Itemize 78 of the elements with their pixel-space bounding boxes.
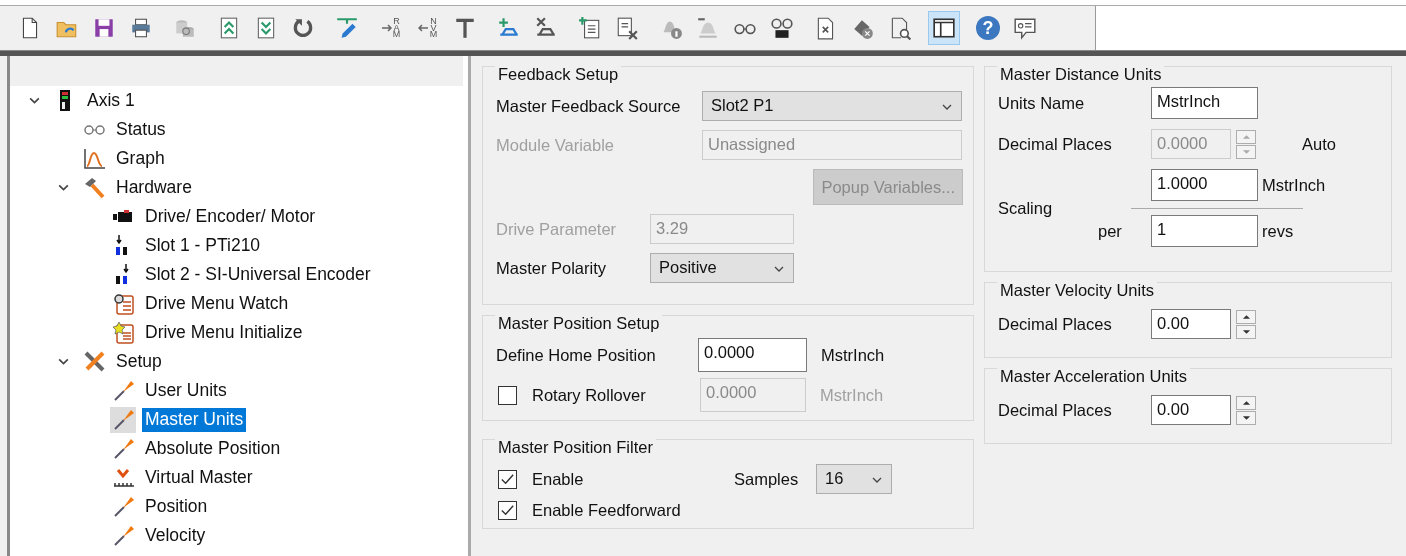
- speech-bubble-icon: [1013, 16, 1037, 40]
- spin-up-button[interactable]: [1236, 395, 1256, 410]
- tools-icon: [82, 350, 106, 373]
- field-label: Samples: [734, 469, 800, 489]
- input-field[interactable]: 0.00: [1151, 309, 1231, 339]
- tree-item[interactable]: User Units: [142, 378, 230, 403]
- ruler-icon: [111, 466, 135, 489]
- dropdown[interactable]: Positive: [650, 253, 794, 283]
- down-arrow-icon: [1241, 148, 1251, 155]
- tree-item[interactable]: Hardware: [113, 175, 195, 200]
- layout-icon: [932, 16, 956, 40]
- field-label: Master Feedback Source: [496, 96, 682, 116]
- dropdown[interactable]: Slot2 P1: [702, 91, 962, 121]
- glasses-icon: [770, 16, 794, 40]
- checkbox[interactable]: [498, 469, 517, 489]
- tree-item[interactable]: Axis 1: [84, 88, 138, 113]
- list-cross-icon: [615, 16, 639, 40]
- checkbox-label: Rotary Rollover: [532, 385, 647, 405]
- list-magnifier-icon: [111, 292, 135, 315]
- tree-item[interactable]: Drive Menu Watch: [142, 291, 292, 316]
- tree-item[interactable]: Slot 1 - PTi210: [142, 233, 264, 258]
- unit-label: revs: [1262, 221, 1295, 241]
- printer-icon: [129, 16, 153, 40]
- tree-item[interactable]: Graph: [113, 146, 168, 171]
- input-field[interactable]: 0.00: [1151, 395, 1231, 425]
- tee-icon: [453, 16, 477, 40]
- arrow-right-button[interactable]: RAM: [375, 11, 407, 45]
- spin-up-button[interactable]: [1236, 309, 1256, 324]
- input-field[interactable]: 1: [1151, 215, 1258, 247]
- field-label: Decimal Places: [998, 400, 1113, 420]
- tree-item[interactable]: Virtual Master: [142, 465, 256, 490]
- input-field[interactable]: 0.0000: [698, 338, 807, 372]
- unit-label: MstrInch: [821, 345, 885, 365]
- list-star-icon: [111, 321, 135, 344]
- tree-item[interactable]: Master Units: [142, 407, 247, 432]
- list-plus-icon: [578, 16, 602, 40]
- field-label: Define Home Position: [496, 345, 657, 365]
- tree-item[interactable]: Velocity: [142, 523, 209, 548]
- refresh-icon: [291, 16, 315, 40]
- field-label: Decimal Places: [998, 134, 1113, 154]
- field-label: Module Variable: [496, 135, 615, 155]
- input-field[interactable]: MstrInch: [1151, 87, 1258, 119]
- layout-button[interactable]: [928, 11, 960, 45]
- graph-icon: [82, 147, 106, 170]
- checkbox-label: Enable Feedforward: [532, 501, 681, 520]
- auto-label: Auto: [1302, 134, 1336, 154]
- checkbox[interactable]: [498, 501, 517, 520]
- group-title: Master Position Setup: [495, 314, 663, 333]
- bell-icon: [696, 16, 720, 40]
- group-title: Master Velocity Units: [997, 281, 1158, 300]
- checkbox-label: Enable: [532, 469, 585, 489]
- pen-icon: [335, 16, 359, 40]
- field-label: Master Polarity: [496, 258, 608, 278]
- dropdown[interactable]: 16: [816, 464, 892, 494]
- tree-item[interactable]: Position: [142, 494, 211, 519]
- unit-label: MstrInch: [1262, 175, 1327, 195]
- field-label: Drive Parameter: [496, 219, 618, 239]
- unit-label: MstrInch: [820, 385, 884, 405]
- arrow-left-button[interactable]: NVM: [412, 11, 444, 45]
- tree-item[interactable]: Status: [113, 117, 169, 142]
- down-arrow-icon: [1241, 414, 1251, 421]
- tree-item[interactable]: Absolute Position: [142, 436, 284, 461]
- down-arrow-icon: [1241, 328, 1251, 335]
- per-label: per: [1098, 221, 1123, 241]
- field-label: Units Name: [998, 93, 1086, 113]
- input-field[interactable]: 1.0000: [1151, 169, 1258, 201]
- tree-item[interactable]: Drive/ Encoder/ Motor: [142, 204, 319, 229]
- tree-item[interactable]: Slot 2 - SI-Universal Encoder: [142, 262, 374, 287]
- up-arrow-icon: [1241, 399, 1251, 406]
- spin-down-button[interactable]: [1236, 324, 1256, 339]
- spin-down-button[interactable]: [1236, 410, 1256, 425]
- group-title: Feedback Setup: [495, 65, 622, 84]
- field-label: Decimal Places: [998, 314, 1113, 334]
- tree-item[interactable]: Setup: [113, 349, 165, 374]
- up-arrow-icon: [1241, 313, 1251, 320]
- tree-item[interactable]: Drive Menu Initialize: [142, 320, 306, 345]
- field-label: Scaling: [998, 198, 1054, 218]
- up-arrow-icon: [1241, 133, 1251, 140]
